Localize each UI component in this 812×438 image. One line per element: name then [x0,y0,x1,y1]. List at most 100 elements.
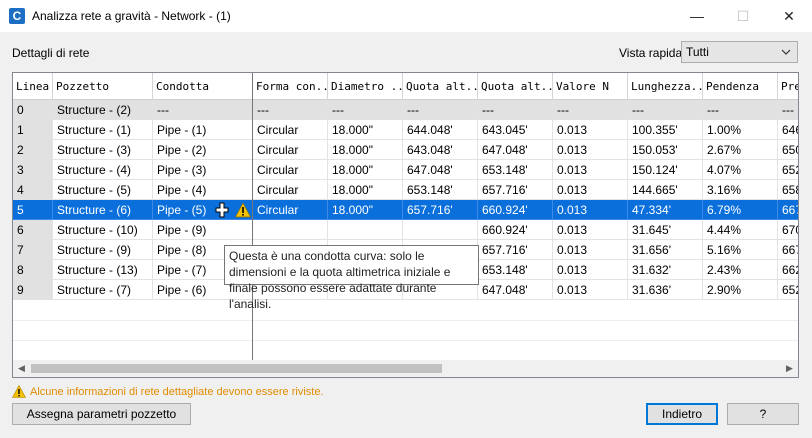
cell-lunghezza[interactable]: --- [628,100,703,120]
scrollbar-thumb[interactable] [31,364,442,373]
cell-forma[interactable]: Circular [253,120,328,140]
cell-pre[interactable]: 652 [778,280,798,300]
scroll-left-icon[interactable]: ◀ [13,360,30,377]
cell-forma[interactable]: Circular [253,180,328,200]
cell-lunghezza[interactable]: 31.656' [628,240,703,260]
cell-pozzetto[interactable]: Structure - (6) [53,200,153,220]
close-button[interactable]: ✕ [766,0,812,32]
network-grid[interactable]: Linea Pozzetto Condotta Forma con... Diametr… [12,72,799,378]
cell-valore-n[interactable]: 0.013 [553,200,628,220]
column-header-pendenza[interactable]: Pendenza [703,73,778,100]
assign-structure-params-button[interactable]: Assegna parametri pozzetto [12,403,191,425]
cell-pozzetto[interactable]: Structure - (13) [53,260,153,280]
cell-linea[interactable]: 9 [13,280,53,300]
cell-forma[interactable] [253,220,328,240]
column-header-condotta[interactable]: Condotta [153,73,253,100]
cell-pozzetto[interactable]: Structure - (10) [53,220,153,240]
cell-linea[interactable]: 0 [13,100,53,120]
table-row[interactable]: 3 Structure - (4) Pipe - (3) Circular 18.000… [13,160,798,180]
cell-quota-fine[interactable]: --- [478,100,553,120]
cell-valore-n[interactable]: 0.013 [553,140,628,160]
cell-pendenza[interactable]: 2.43% [703,260,778,280]
help-button[interactable]: ? [727,403,799,425]
cell-linea[interactable]: 4 [13,180,53,200]
cell-lunghezza[interactable]: 150.053' [628,140,703,160]
cell-linea[interactable]: 8 [13,260,53,280]
cell-pendenza[interactable]: 2.90% [703,280,778,300]
cell-quota-fine[interactable]: 657.716' [478,240,553,260]
cell-quota-fine[interactable]: 657.716' [478,180,553,200]
cell-pozzetto[interactable]: Structure - (7) [53,280,153,300]
cell-linea[interactable]: 1 [13,120,53,140]
cell-quota-fine[interactable]: 653.148' [478,160,553,180]
cell-linea[interactable]: 5 [13,200,53,220]
cell-valore-n[interactable]: 0.013 [553,260,628,280]
cell-quota-inizio[interactable]: 657.716' [403,200,478,220]
cell-condotta[interactable]: Pipe - (2) [153,140,253,160]
cell-quota-fine[interactable]: 660.924' [478,200,553,220]
cell-pre[interactable]: 646 [778,120,798,140]
cell-pendenza[interactable]: 1.00% [703,120,778,140]
cell-condotta[interactable]: Pipe - (9) [153,220,253,240]
cell-condotta[interactable]: --- [153,100,253,120]
cell-pre[interactable]: 650 [778,140,798,160]
cell-pendenza[interactable]: 4.44% [703,220,778,240]
table-row[interactable]: 0 Structure - (2) --- --- --- --- --- --- --- ---… [13,100,798,120]
cell-lunghezza[interactable]: 31.632' [628,260,703,280]
cell-quota-inizio[interactable]: 653.148' [403,180,478,200]
cell-quota-inizio[interactable]: 647.048' [403,160,478,180]
cell-diametro[interactable]: 18.000" [328,200,403,220]
cell-diametro[interactable]: 18.000" [328,180,403,200]
cell-linea[interactable]: 2 [13,140,53,160]
cell-pre[interactable]: 658 [778,180,798,200]
cell-lunghezza[interactable]: 150.124' [628,160,703,180]
table-row[interactable]: 6 Structure - (10) Pipe - (9) 660.924' 0.013… [13,220,798,240]
cell-valore-n[interactable]: 0.013 [553,220,628,240]
table-row[interactable]: 4 Structure - (5) Pipe - (4) Circular 18.000… [13,180,798,200]
cell-pendenza[interactable]: 6.79% [703,200,778,220]
cell-quota-inizio[interactable]: 643.048' [403,140,478,160]
column-header-pozzetto[interactable]: Pozzetto [53,73,153,100]
cell-forma[interactable]: Circular [253,200,328,220]
cell-diametro[interactable]: 18.000" [328,120,403,140]
cell-linea[interactable]: 3 [13,160,53,180]
horizontal-scrollbar[interactable]: ◀ ▶ [13,360,798,377]
cell-pendenza[interactable]: --- [703,100,778,120]
cell-quota-fine[interactable]: 647.048' [478,280,553,300]
cell-valore-n[interactable]: 0.013 [553,280,628,300]
cell-pozzetto[interactable]: Structure - (5) [53,180,153,200]
minimize-button[interactable]: — [674,0,720,32]
cell-pozzetto[interactable]: Structure - (2) [53,100,153,120]
cell-forma[interactable]: --- [253,100,328,120]
cell-pendenza[interactable]: 5.16% [703,240,778,260]
cell-pozzetto[interactable]: Structure - (9) [53,240,153,260]
quick-view-select[interactable]: Tutti [681,41,798,63]
cell-condotta[interactable]: Pipe - (4) [153,180,253,200]
warning-icon[interactable] [235,202,251,218]
column-header-lunghezza[interactable]: Lunghezza... [628,73,703,100]
table-row[interactable]: 5 Structure - (6) Pipe - (5) Circular 18.000… [13,200,798,220]
scroll-right-icon[interactable]: ▶ [781,360,798,377]
cell-pozzetto[interactable]: Structure - (3) [53,140,153,160]
cell-quota-fine[interactable]: 647.048' [478,140,553,160]
cell-condotta[interactable]: Pipe - (3) [153,160,253,180]
cell-lunghezza[interactable]: 31.636' [628,280,703,300]
cell-quota-inizio[interactable]: --- [403,100,478,120]
back-button[interactable]: Indietro [646,403,718,425]
cell-diametro[interactable]: 18.000" [328,160,403,180]
cell-valore-n[interactable]: 0.013 [553,120,628,140]
cell-quota-fine[interactable]: 653.148' [478,260,553,280]
cell-pendenza[interactable]: 4.07% [703,160,778,180]
cell-pre[interactable]: 667 [778,200,798,220]
cell-pendenza[interactable]: 3.16% [703,180,778,200]
cell-lunghezza[interactable]: 100.355' [628,120,703,140]
cell-pozzetto[interactable]: Structure - (4) [53,160,153,180]
column-header-linea[interactable]: Linea [13,73,53,100]
column-header-quota-inizio[interactable]: Quota alt... [403,73,478,100]
cell-quota-fine[interactable]: 643.045' [478,120,553,140]
cell-pre[interactable]: 662 [778,260,798,280]
cell-valore-n[interactable]: 0.013 [553,240,628,260]
column-header-pre[interactable]: Pre [778,73,798,100]
cell-quota-inizio[interactable]: 644.048' [403,120,478,140]
cell-valore-n[interactable]: --- [553,100,628,120]
